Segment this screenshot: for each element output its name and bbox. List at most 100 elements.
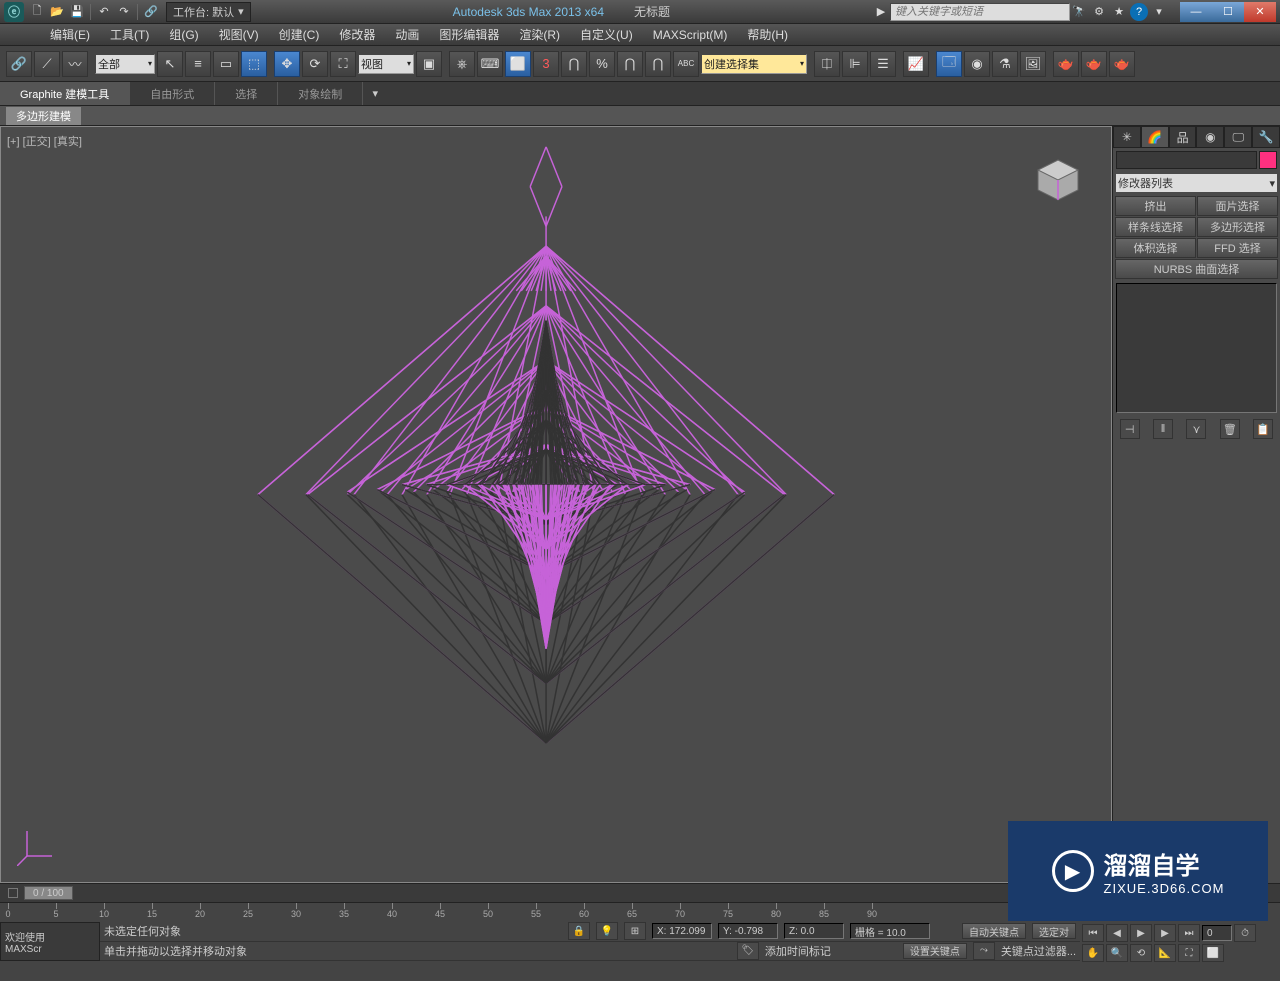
render-frame-icon[interactable]: 🖼 <box>1020 51 1046 77</box>
abc-icon[interactable]: ABC <box>673 51 699 77</box>
unique-icon[interactable]: ⋎ <box>1186 419 1206 439</box>
select-icon[interactable]: ↖ <box>157 51 183 77</box>
menu-animation[interactable]: 动画 <box>385 26 429 43</box>
spinner-snap-icon[interactable]: % <box>589 51 615 77</box>
selset-button[interactable]: 选定对 <box>1032 923 1076 939</box>
snap-toggle-icon[interactable]: ⬜ <box>505 51 531 77</box>
fov-icon[interactable]: 📐 <box>1154 944 1176 962</box>
timetag-label[interactable]: 添加时间标记 <box>765 943 831 959</box>
help-icon[interactable]: ? <box>1130 3 1148 21</box>
goto-end-icon[interactable]: ⏭ <box>1178 924 1200 942</box>
menu-create[interactable]: 创建(C) <box>269 26 330 43</box>
coord-x[interactable]: X: 172.099 <box>652 923 712 939</box>
menu-tools[interactable]: 工具(T) <box>100 26 159 43</box>
mod-btn-patchselect[interactable]: 面片选择 <box>1197 196 1278 216</box>
zoom-extents-icon[interactable]: ⛶ <box>1178 944 1200 962</box>
mirror-icon[interactable]: ⋂ <box>645 51 671 77</box>
workspace-dropdown[interactable]: 工作台: 默认 ▾ <box>166 2 251 22</box>
object-color-swatch[interactable] <box>1259 151 1277 169</box>
scale-icon[interactable]: ⛶ <box>330 51 356 77</box>
isolate-toggle-icon[interactable]: 💡 <box>596 922 618 940</box>
quick-render-icon[interactable]: 🫖 <box>1053 51 1079 77</box>
select-rect-icon[interactable]: ▭ <box>213 51 239 77</box>
ribbon-subtab-polymodel[interactable]: 多边形建模 <box>6 107 82 125</box>
app-icon[interactable]: ⓔ <box>4 2 24 22</box>
manipulate-icon[interactable]: ⎈ <box>449 51 475 77</box>
menu-modifier[interactable]: 修改器 <box>329 26 385 43</box>
ribbon-collapse-icon[interactable]: ▾ <box>363 87 387 100</box>
pivot-icon[interactable]: ▣ <box>416 51 442 77</box>
menu-view[interactable]: 视图(V) <box>209 26 269 43</box>
comm-center-icon[interactable]: ⚙ <box>1090 3 1108 21</box>
coord-y[interactable]: Y: -0.798 <box>718 923 778 939</box>
max-viewport-icon[interactable]: ⬜ <box>1202 944 1224 962</box>
tab-utilities-icon[interactable]: 🔧 <box>1252 126 1280 148</box>
pan-icon[interactable]: ✋ <box>1082 944 1104 962</box>
mod-btn-ffdselect[interactable]: FFD 选择 <box>1197 238 1278 258</box>
close-button[interactable]: ✕ <box>1244 2 1276 22</box>
menu-custom[interactable]: 自定义(U) <box>570 26 643 43</box>
keyfilter-label[interactable]: 关键点过滤器... <box>1001 943 1076 959</box>
binoculars-icon[interactable]: 🔭 <box>1070 3 1088 21</box>
lock-selection-icon[interactable]: 🔒 <box>568 922 590 940</box>
menu-render[interactable]: 渲染(R) <box>509 26 570 43</box>
percent-snap-icon[interactable]: ⋂ <box>561 51 587 77</box>
undo-icon[interactable]: ↶ <box>95 3 113 21</box>
prev-frame-icon[interactable]: ◀ <box>1106 924 1128 942</box>
viewport[interactable]: [+] [正交] [真实] <box>0 126 1112 883</box>
ribbon-tab-paint[interactable]: 对象绘制 <box>278 82 363 105</box>
select-name-icon[interactable]: ≡ <box>185 51 211 77</box>
menu-edit[interactable]: 编辑(E) <box>40 26 100 43</box>
object-name-input[interactable] <box>1116 151 1257 169</box>
material-editor-icon[interactable]: ◉ <box>964 51 990 77</box>
bind-space-warp-icon[interactable]: 〰 <box>62 51 88 77</box>
abs-rel-icon[interactable]: ⊞ <box>624 922 646 940</box>
save-icon[interactable]: 💾 <box>68 3 86 21</box>
tab-motion-icon[interactable]: ◉ <box>1196 126 1224 148</box>
layers-icon[interactable]: ☰ <box>870 51 896 77</box>
align-icon[interactable]: ⊫ <box>842 51 868 77</box>
setkey-button[interactable]: 设置关键点 <box>903 943 967 959</box>
new-icon[interactable]: 🗋 <box>28 3 46 21</box>
schematic-view-icon[interactable]: 🗔 <box>936 51 962 77</box>
tab-hierarchy-icon[interactable]: 品 <box>1169 126 1197 148</box>
render-setup-icon[interactable]: ⚗ <box>992 51 1018 77</box>
open-icon[interactable]: 📂 <box>48 3 66 21</box>
mod-btn-polyselect[interactable]: 多边形选择 <box>1197 217 1278 237</box>
goto-start-icon[interactable]: ⏮ <box>1082 924 1104 942</box>
ribbon-tab-freeform[interactable]: 自由形式 <box>130 82 215 105</box>
selection-filter-dropdown[interactable]: 全部▾ <box>95 54 155 74</box>
mod-btn-volselect[interactable]: 体积选择 <box>1115 238 1196 258</box>
window-crossing-icon[interactable]: ⬚ <box>241 51 267 77</box>
reference-coord-dropdown[interactable]: 视图▾ <box>358 54 414 74</box>
curve-editor-icon[interactable]: 📈 <box>903 51 929 77</box>
timetag-icon[interactable]: 🏷 <box>737 942 759 960</box>
coord-z[interactable]: Z: 0.0 <box>784 923 844 939</box>
named-selection-dropdown[interactable]: 创建选择集▾ <box>701 54 807 74</box>
autokey-button[interactable]: 自动关键点 <box>962 923 1026 939</box>
rotate-icon[interactable]: ⟳ <box>302 51 328 77</box>
tab-display-icon[interactable]: 🖵 <box>1224 126 1252 148</box>
script-listener[interactable]: 欢迎使用 MAXScr <box>0 922 100 961</box>
ribbon-tab-select[interactable]: 选择 <box>215 82 278 105</box>
favorite-icon[interactable]: ★ <box>1110 3 1128 21</box>
remove-mod-icon[interactable]: 🗑 <box>1220 419 1240 439</box>
menu-help[interactable]: 帮助(H) <box>737 26 798 43</box>
mod-btn-extrude[interactable]: 挤出 <box>1115 196 1196 216</box>
minimize-button[interactable]: — <box>1180 2 1212 22</box>
show-end-icon[interactable]: ‖ <box>1153 419 1173 439</box>
render-prod-icon[interactable]: 🫖 <box>1109 51 1135 77</box>
render-icon[interactable]: 🫖 <box>1081 51 1107 77</box>
link-file-icon[interactable]: 🔗 <box>142 3 160 21</box>
menu-group[interactable]: 组(G) <box>159 26 208 43</box>
link-icon[interactable]: 🔗 <box>6 51 32 77</box>
current-frame[interactable]: 0 <box>1202 925 1232 941</box>
zoom-icon[interactable]: 🔍 <box>1106 944 1128 962</box>
move-icon[interactable]: ✥ <box>274 51 300 77</box>
menu-grapheditor[interactable]: 图形编辑器 <box>429 26 509 43</box>
slider-start-icon[interactable] <box>8 888 18 898</box>
maximize-button[interactable]: ☐ <box>1212 2 1244 22</box>
time-config-icon[interactable]: ⏱ <box>1234 924 1256 942</box>
mod-btn-splineselect[interactable]: 样条线选择 <box>1115 217 1196 237</box>
play-icon[interactable]: ▶ <box>1130 924 1152 942</box>
